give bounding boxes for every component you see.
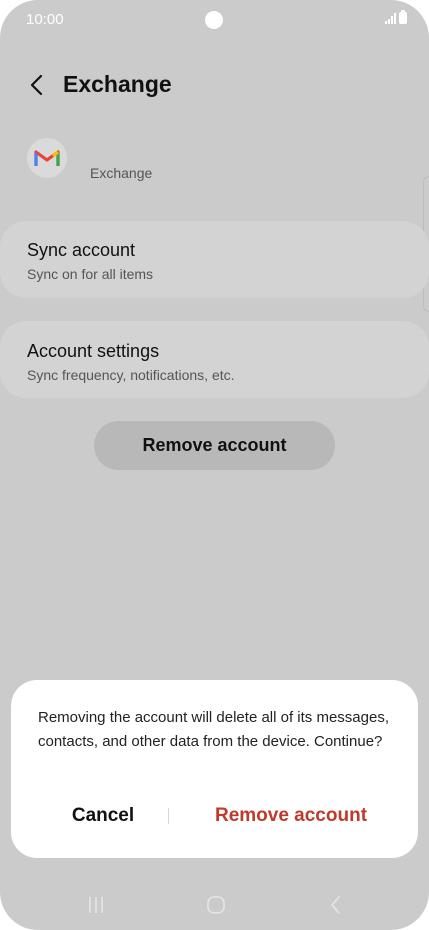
- account-settings-item[interactable]: Account settings Sync frequency, notific…: [0, 321, 429, 398]
- back-button[interactable]: [20, 68, 54, 102]
- status-bar: 10:00: [0, 0, 429, 40]
- account-settings-subtitle: Sync frequency, notifications, etc.: [27, 367, 235, 383]
- confirm-remove-button[interactable]: Remove account: [186, 801, 396, 831]
- cancel-button[interactable]: Cancel: [41, 801, 165, 831]
- account-name: Exchange: [90, 165, 153, 181]
- gmail-icon: [34, 150, 60, 166]
- status-time: 10:00: [26, 11, 64, 28]
- back-nav-button[interactable]: [316, 892, 356, 918]
- recents-icon: [89, 897, 103, 913]
- camera-cutout: [205, 11, 223, 29]
- chevron-left-icon: [30, 74, 43, 96]
- home-icon: [207, 896, 225, 914]
- signal-icon: [385, 12, 396, 24]
- dialog-divider: [168, 808, 169, 824]
- page-title: Exchange: [63, 71, 172, 97]
- sync-account-subtitle: Sync on for all items: [27, 266, 154, 282]
- status-icons: [385, 10, 407, 24]
- dialog-message: Removing the account will delete all of …: [38, 709, 390, 750]
- back-nav-icon: [331, 896, 340, 914]
- account-avatar: [27, 138, 67, 178]
- navigation-bar: [0, 880, 429, 930]
- battery-icon: [399, 10, 407, 24]
- sync-account-item[interactable]: Sync account Sync on for all items: [0, 221, 429, 298]
- sync-account-title: Sync account: [27, 240, 136, 260]
- recents-button[interactable]: [76, 892, 116, 918]
- phone-screen: 10:00 Exchange Exchange Sync account Syn…: [0, 0, 429, 930]
- account-settings-title: Account settings: [27, 341, 160, 361]
- home-button[interactable]: [196, 892, 236, 918]
- confirm-dialog: Removing the account will delete all of …: [11, 680, 418, 858]
- remove-account-button[interactable]: Remove account: [94, 421, 335, 470]
